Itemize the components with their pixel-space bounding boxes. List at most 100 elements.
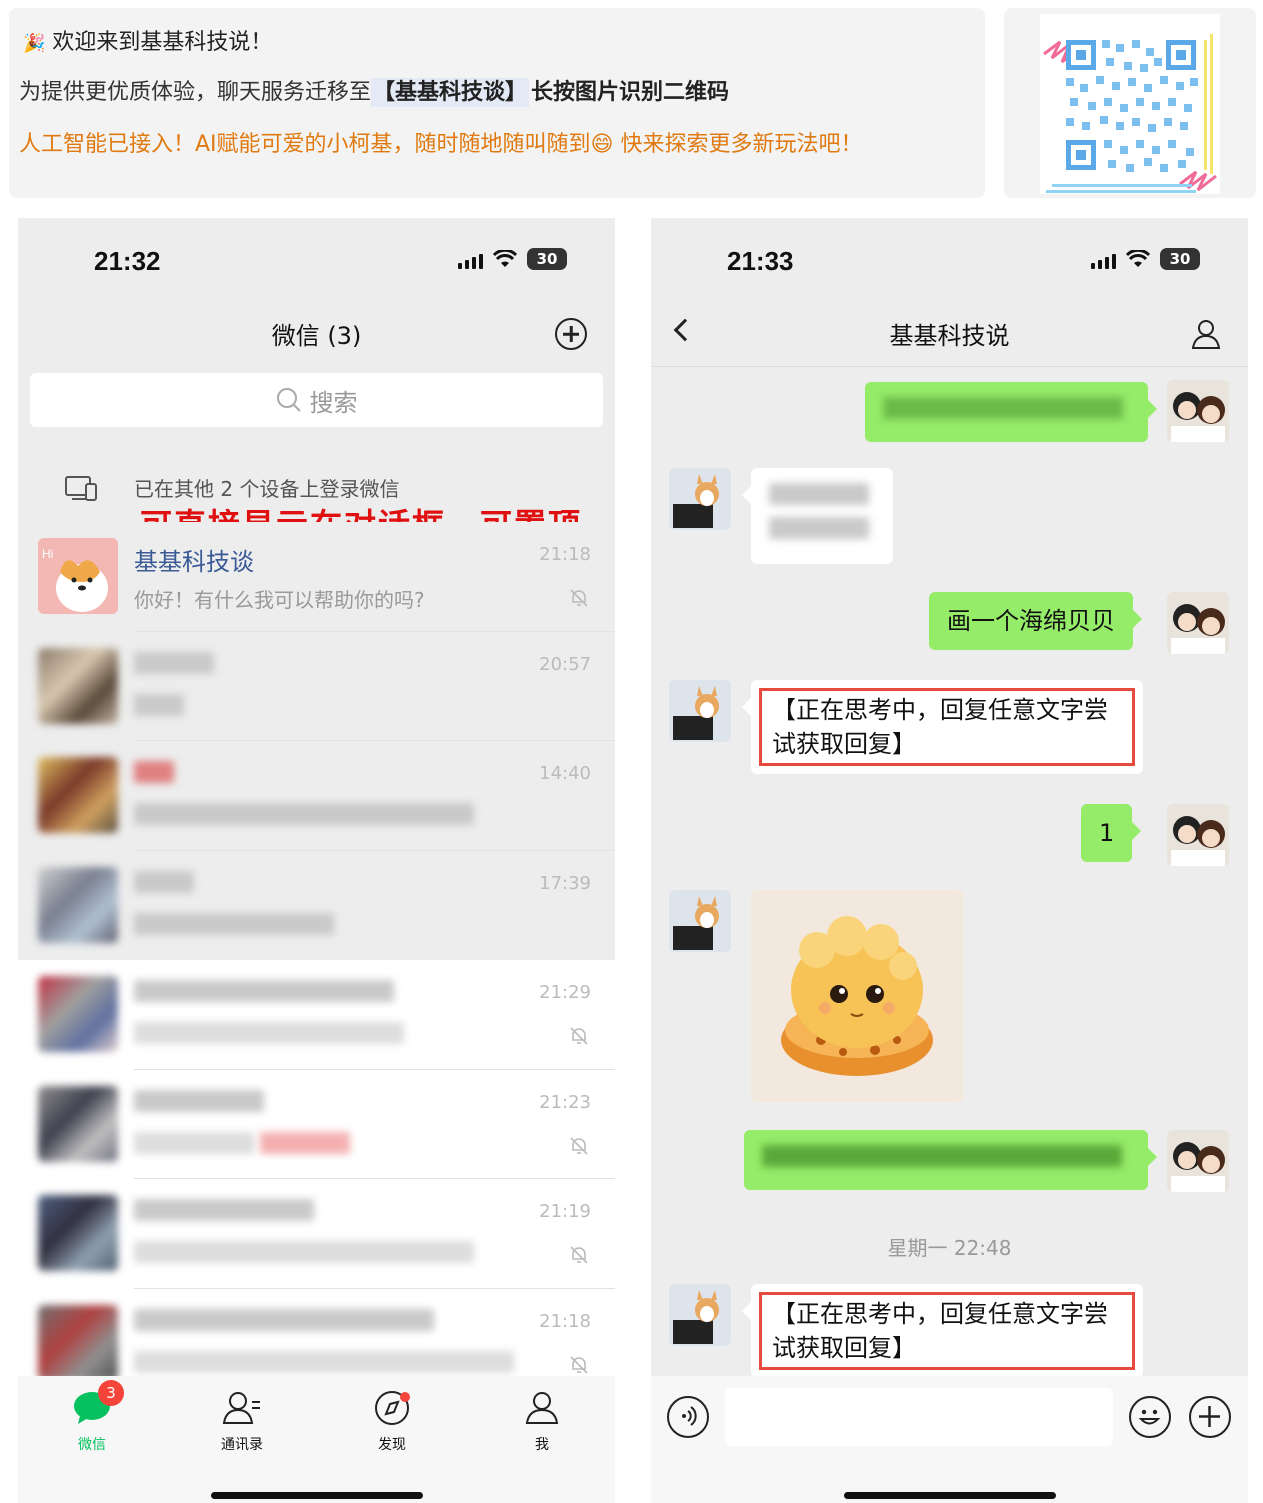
mute-icon <box>570 1136 588 1155</box>
chat-time: 21:18 <box>539 544 591 565</box>
tab-discover[interactable]: 发现 <box>352 1390 432 1454</box>
wifi-icon <box>1126 250 1150 267</box>
more-options-icon[interactable] <box>1189 1396 1231 1438</box>
mute-icon <box>570 589 588 607</box>
chat-preview <box>134 912 334 940</box>
chat-time: 21:23 <box>539 1091 591 1113</box>
message-bubble-received[interactable] <box>742 468 893 564</box>
qr-panel <box>1004 8 1256 198</box>
chat-time: 21:19 <box>539 1201 591 1222</box>
page-title: 微信 (3) <box>271 322 362 350</box>
highlighted-reply: 【正在思考中，回复任意文字尝试获取回复】 <box>759 688 1135 766</box>
status-icons: 30 <box>1091 248 1200 270</box>
highlighted-reply: 【正在思考中，回复任意文字尝试获取回复】 <box>759 1292 1135 1370</box>
message-bubble-sent[interactable] <box>744 1130 1157 1190</box>
blurred-avatar <box>38 1195 118 1271</box>
user-avatar[interactable] <box>1167 592 1229 654</box>
header-divider <box>651 366 1248 367</box>
battery-icon: 30 <box>527 248 567 270</box>
message-bubble-sent[interactable] <box>865 382 1157 442</box>
user-avatar[interactable] <box>1167 1130 1229 1192</box>
chat-name: 基基科技谈 <box>134 548 254 576</box>
chat-preview <box>134 1350 514 1378</box>
search-icon <box>276 388 301 412</box>
party-icon: 🎉 <box>23 33 46 54</box>
chat-time: 20:57 <box>539 653 591 675</box>
devices-text: 已在其他 2 个设备上登录微信 <box>134 477 400 501</box>
chat-info-icon[interactable] <box>1190 318 1222 350</box>
message-bubble-received[interactable]: 【正在思考中，回复任意文字尝试获取回复】 <box>742 680 1143 774</box>
chat-preview <box>134 1241 474 1268</box>
search-placeholder: 搜索 <box>309 388 358 417</box>
chat-item[interactable]: 14:40 <box>18 741 615 851</box>
user-avatar[interactable] <box>1167 804 1229 866</box>
bot-avatar[interactable] <box>669 890 731 952</box>
chat-name <box>134 1199 314 1227</box>
notification-dot <box>400 1392 410 1402</box>
message-bubble-received[interactable]: 【正在思考中，回复任意文字尝试获取回复】 <box>742 1284 1143 1378</box>
voice-icon[interactable] <box>667 1396 709 1438</box>
tab-contacts[interactable]: 通讯录 <box>202 1390 282 1454</box>
chat-preview <box>134 693 184 721</box>
chat-name <box>134 761 174 789</box>
emoji-icon[interactable] <box>1129 1396 1171 1438</box>
blurred-avatar <box>38 976 118 1052</box>
welcome-text: 欢迎来到基基科技说！ <box>52 30 273 55</box>
bottom-tab-bar: 3 微信 通讯录 发现 我 <box>18 1376 615 1503</box>
blurred-avatar <box>38 1304 118 1381</box>
tab-label: 微信 <box>78 1437 106 1453</box>
chat-item[interactable]: 20:57 <box>18 631 615 741</box>
chat-time: 21:29 <box>539 982 591 1003</box>
chat-item[interactable]: 21:19 <box>18 1179 615 1289</box>
unread-badge: 3 <box>98 1380 124 1406</box>
add-icon[interactable] <box>555 318 587 350</box>
home-indicator <box>210 1492 423 1499</box>
status-icons: 30 <box>458 248 567 270</box>
chat-item[interactable]: 21:23 <box>18 1069 615 1179</box>
message-input[interactable] <box>725 1388 1113 1446</box>
chat-name <box>134 651 214 680</box>
chat-time: 17:39 <box>539 872 591 894</box>
tab-chats[interactable]: 3 微信 <box>52 1380 132 1454</box>
chat-item-jiji[interactable]: Hi 基基科技谈 你好！有什么我可以帮助你的吗? 21:18 <box>18 522 615 632</box>
welcome-line: 🎉 欢迎来到基基科技说！ <box>23 24 272 56</box>
battery-icon: 30 <box>1160 248 1200 270</box>
tab-label: 我 <box>535 1437 549 1453</box>
blurred-avatar <box>38 1085 118 1162</box>
bot-avatar[interactable] <box>669 680 731 742</box>
chat-title: 基基科技说 <box>889 322 1010 350</box>
message-bubble-sent[interactable]: 画一个海绵贝贝 <box>929 592 1142 650</box>
qr-code-image[interactable] <box>1040 14 1220 194</box>
blurred-avatar <box>38 647 118 724</box>
blurred-avatar <box>38 866 118 943</box>
message-bubble-sent[interactable]: 1 <box>1081 804 1142 862</box>
announcement-banner: 🎉 欢迎来到基基科技说！ 为提供更优质体验，聊天服务迁移至【基基科技谈】 长按图片… <box>9 8 985 198</box>
migration-line: 为提供更优质体验，聊天服务迁移至【基基科技谈】 长按图片识别二维码 <box>19 74 731 107</box>
bot-avatar[interactable] <box>669 468 731 530</box>
mute-icon <box>570 1246 588 1264</box>
qr-instruction: 长按图片识别二维码 <box>531 80 730 105</box>
signal-icon <box>1091 249 1116 269</box>
chat-name <box>134 980 394 1008</box>
signal-icon <box>458 249 483 269</box>
bot-avatar[interactable] <box>669 1284 731 1346</box>
user-avatar[interactable] <box>1167 380 1229 442</box>
search-bar[interactable]: 搜索 <box>30 373 603 427</box>
chat-preview <box>134 803 474 830</box>
chat-list: Hi 基基科技谈 你好！有什么我可以帮助你的吗? 21:18 20:57 14:… <box>18 522 615 1398</box>
chat-time: 21:18 <box>539 1310 591 1332</box>
tab-me[interactable]: 我 <box>502 1390 582 1454</box>
home-indicator <box>843 1492 1056 1499</box>
svg-text:Hi: Hi <box>42 547 53 561</box>
chat-preview <box>134 1022 404 1049</box>
migration-text: 为提供更优质体验，聊天服务迁移至 <box>19 80 372 105</box>
chat-preview: 你好！有什么我可以帮助你的吗? <box>134 588 425 612</box>
chat-name <box>134 1089 264 1118</box>
chat-item[interactable]: 17:39 <box>18 850 615 960</box>
message-timestamp: 星期一 22:48 <box>887 1236 1012 1260</box>
chat-time: 14:40 <box>539 763 591 784</box>
devices-icon <box>65 476 97 501</box>
generated-image[interactable] <box>751 890 963 1102</box>
chat-item[interactable]: 21:29 <box>18 960 615 1070</box>
wechat-chat-list-screen: 21:32 30 微信 (3) 搜索 已在其他 2 个设备上登录微信 可直接显示… <box>18 218 615 1503</box>
